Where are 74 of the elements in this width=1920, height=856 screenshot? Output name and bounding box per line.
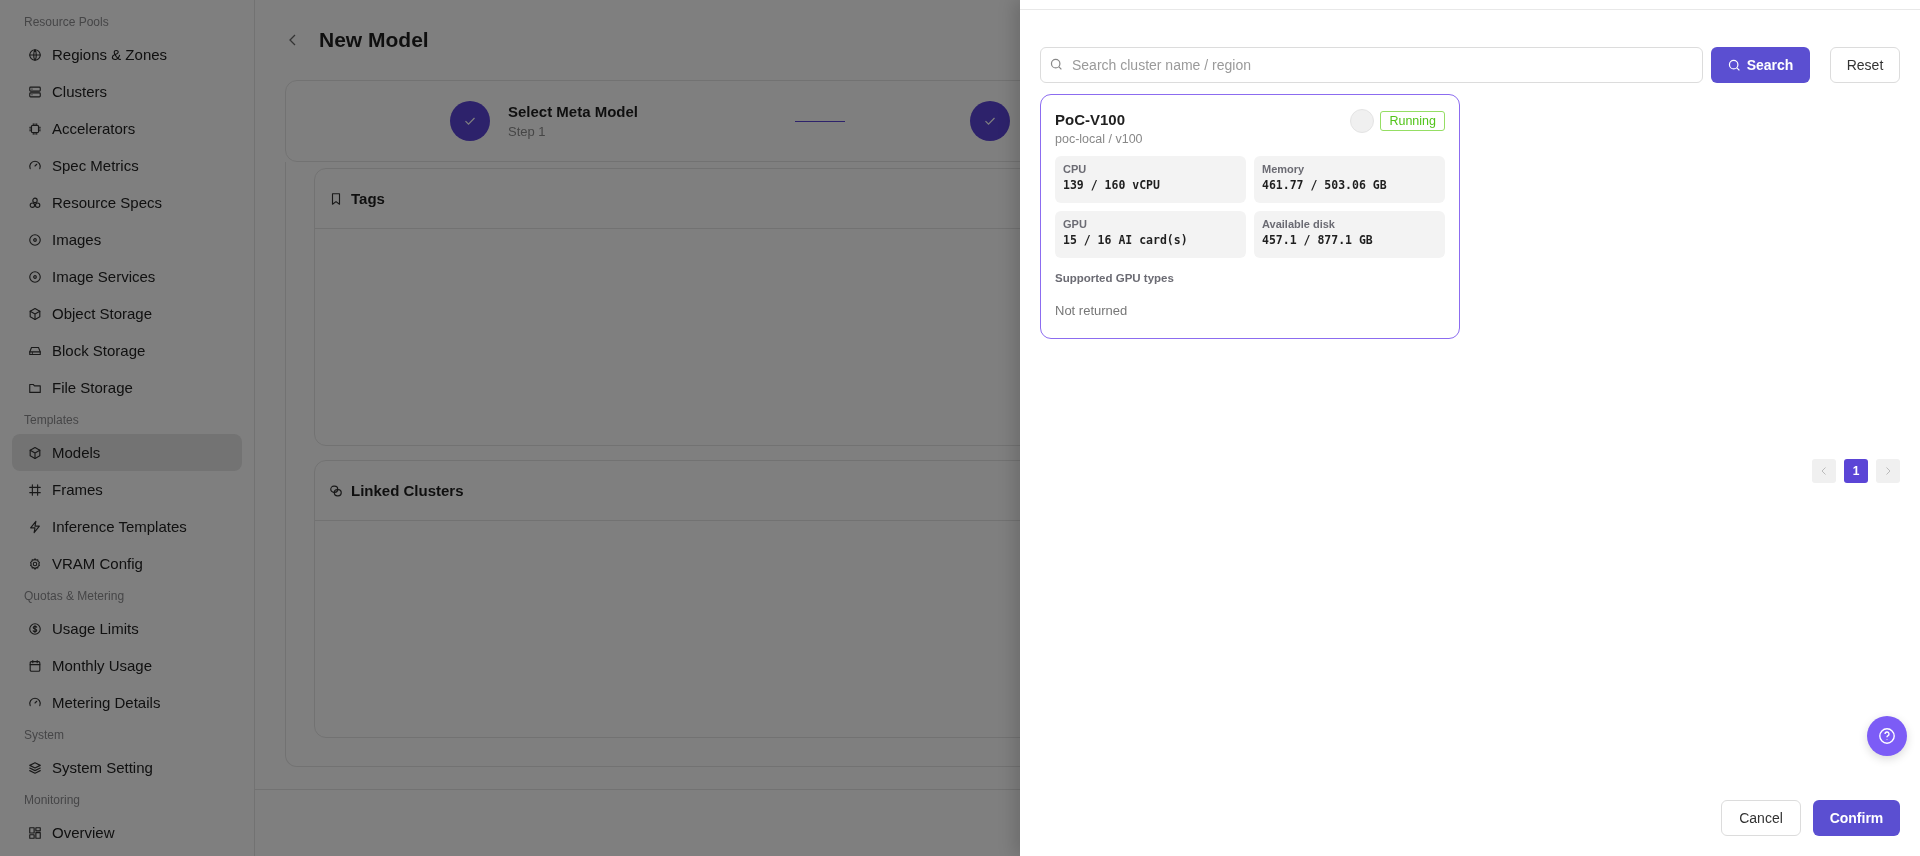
server-icon [28, 84, 42, 99]
metric-value: 15 / 16 AI card(s) [1063, 233, 1189, 247]
bookmark-icon [329, 191, 343, 206]
metric-value: 461.77 / 503.06 GB [1262, 178, 1388, 192]
sidebar-item[interactable]: Object Storage [12, 295, 242, 332]
help-icon [1878, 727, 1896, 745]
sidebar-item[interactable]: Spec Metrics [12, 147, 242, 184]
step-title: Select Meta Model [508, 103, 639, 120]
reset-button[interactable]: Reset [1830, 47, 1900, 83]
cluster-name: PoC-V100 [1055, 111, 1127, 128]
nodes-icon [28, 195, 42, 210]
cube-icon [28, 445, 42, 460]
gpu-types-label: Supported GPU types [1055, 272, 1175, 284]
section-label: Resource Pools [23, 14, 110, 31]
hash-icon [28, 482, 42, 497]
sidebar-item[interactable]: Image Services [12, 258, 242, 295]
sidebar-item[interactable]: Block Storage [12, 332, 242, 369]
metric-label: GPU [1063, 218, 1088, 230]
sidebar-item[interactable]: System Setting [12, 749, 242, 786]
metric-value: 457.1 / 877.1 GB [1262, 233, 1374, 247]
sidebar-item[interactable]: Metering Details [12, 684, 242, 721]
cluster-card[interactable]: PoC-V100 poc-local / v100 Running CPU 139 / 160 vCPU Memory 461.77 / 503.06 GB GPU 15 / 16 AI card(s) Available disk 457.1 / 877.1 GB Supported GPU types Not returned [1040, 94, 1460, 339]
dollar-icon [28, 621, 42, 636]
globe-icon [28, 47, 42, 62]
radio-circle[interactable] [1350, 109, 1375, 133]
sidebar-item[interactable]: Frames [12, 471, 242, 508]
search-button[interactable]: Search [1711, 47, 1810, 83]
section-label: System [23, 727, 65, 744]
metric-label: CPU [1063, 163, 1088, 175]
calendar-icon [28, 658, 42, 673]
disc-icon [28, 232, 42, 247]
section-label: Quotas & Metering [23, 588, 126, 605]
sidebar-item[interactable]: Regions & Zones [12, 36, 242, 73]
gpu-types-text: Not returned [1055, 303, 1129, 318]
sidebar-item[interactable]: VRAM Config [12, 545, 242, 582]
disc-icon [28, 269, 42, 284]
bolt-icon [28, 519, 42, 534]
panel-title: Tags [351, 190, 385, 207]
search-icon [1727, 58, 1741, 72]
sidebar-item[interactable]: Images [12, 221, 242, 258]
chip-icon [28, 121, 42, 136]
search-field[interactable]: Search cluster name / region [1040, 47, 1703, 83]
step-connector [795, 120, 846, 122]
step-subtitle: Step 1 [508, 124, 547, 139]
cluster-path: poc-local / v100 [1055, 132, 1143, 146]
gear-icon [28, 556, 42, 571]
cancel-button[interactable]: Cancel [1721, 800, 1801, 836]
metric-label: Memory [1262, 163, 1306, 175]
help-button[interactable] [1867, 716, 1907, 756]
metric-value: 139 / 160 vCPU [1063, 178, 1161, 192]
sidebar-item[interactable]: File Storage [12, 369, 242, 406]
sidebar-item[interactable]: Usage Limits [12, 610, 242, 647]
confirm-button[interactable]: Confirm [1813, 800, 1900, 836]
section-label: Monitoring [23, 792, 82, 809]
cube-icon [28, 306, 42, 321]
sidebar-item[interactable]: Resource Specs [12, 184, 242, 221]
page-title: New Model [319, 28, 429, 52]
section-label: Templates [23, 412, 80, 429]
link-icon [329, 483, 343, 498]
sidebar-item[interactable]: Accelerators [12, 110, 242, 147]
sidebar-item[interactable]: Inference Templates [12, 508, 242, 545]
sidebar-item[interactable]: Clusters [12, 73, 242, 110]
page-button[interactable]: 1 [1844, 459, 1868, 483]
grid-icon [28, 825, 42, 840]
panel-title: Linked Clusters [351, 482, 464, 499]
search-icon [1050, 58, 1063, 71]
sidebar-item[interactable]: Monthly Usage [12, 647, 242, 684]
sidebar-item[interactable]: Overview [12, 814, 242, 851]
status-tag: Running [1380, 111, 1445, 131]
layers-icon [28, 760, 42, 775]
chevron-left-icon [1819, 466, 1829, 476]
sidebar-item[interactable]: Models [12, 434, 242, 471]
metric-label: Available disk [1262, 218, 1336, 230]
chevron-right-icon [1883, 466, 1893, 476]
